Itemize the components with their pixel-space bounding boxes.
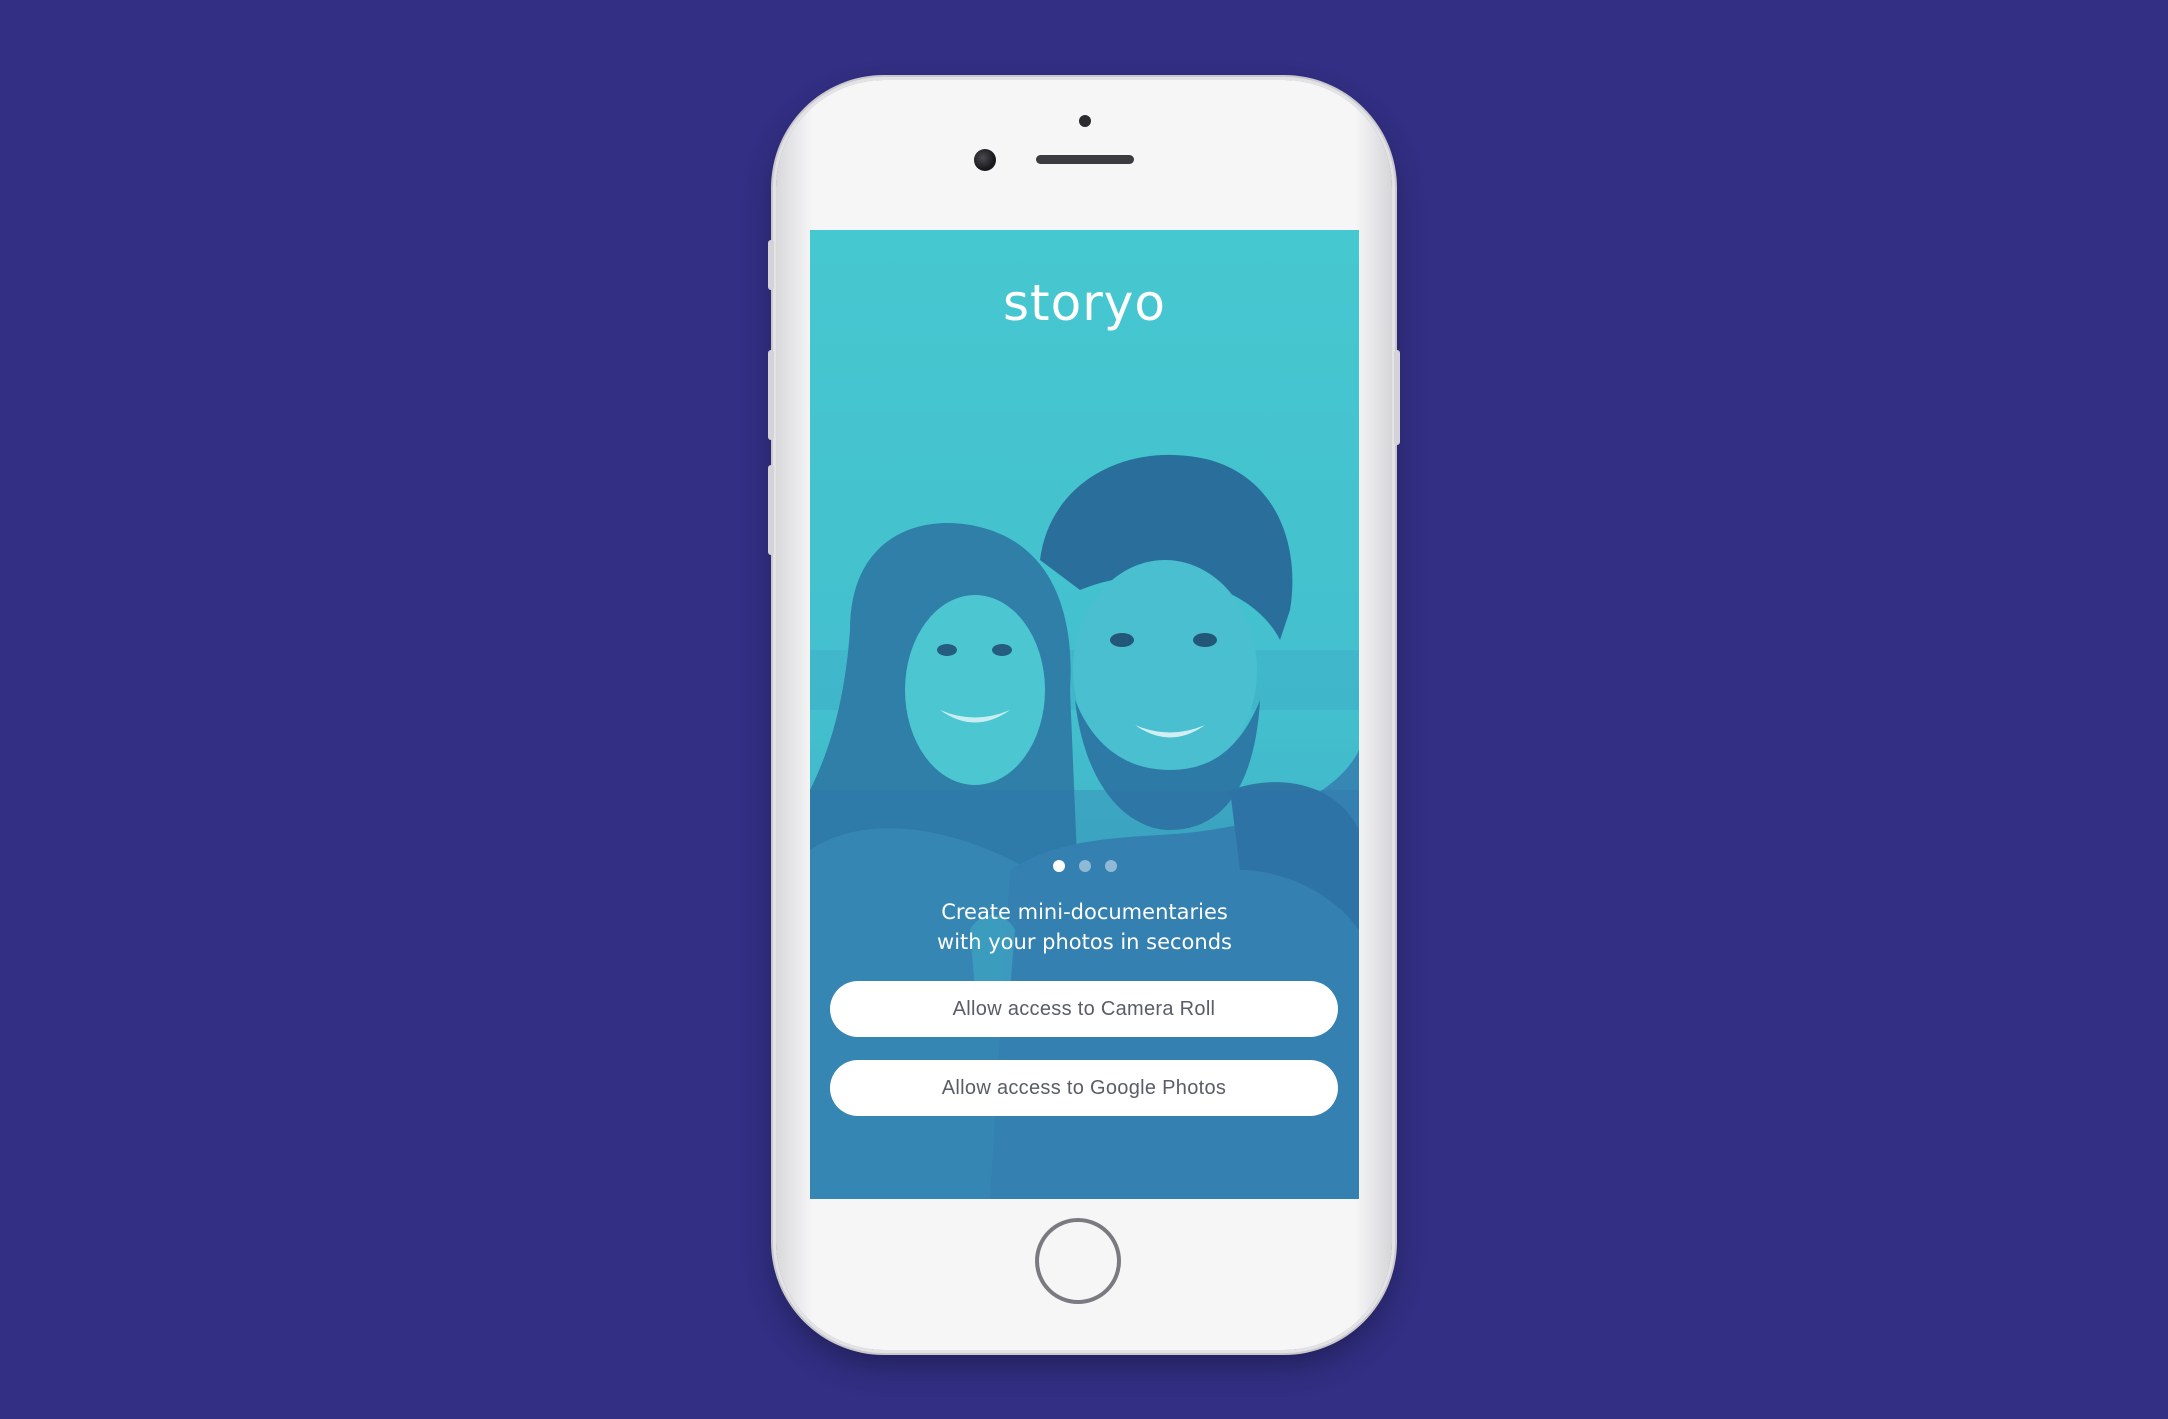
earpiece-speaker — [1036, 155, 1134, 164]
mute-switch — [768, 240, 774, 290]
proximity-sensor — [1079, 115, 1091, 127]
tagline-line-2: with your photos in seconds — [937, 930, 1232, 954]
phone-mockup: storyo Create mini-documentaries with yo… — [768, 80, 1400, 1350]
pager-dot-1[interactable] — [1052, 860, 1065, 872]
home-button[interactable] — [1035, 1218, 1121, 1304]
volume-up-button — [768, 350, 774, 440]
pager-dot-2[interactable] — [1078, 860, 1091, 872]
onboarding-pager[interactable] — [810, 860, 1359, 872]
power-button — [1394, 350, 1400, 445]
onboarding-tagline: Create mini-documentaries with your phot… — [810, 897, 1359, 957]
volume-down-button — [768, 465, 774, 555]
tagline-line-1: Create mini-documentaries — [941, 900, 1228, 924]
app-screen: storyo Create mini-documentaries with yo… — [810, 230, 1359, 1199]
front-camera-icon — [974, 149, 996, 171]
pager-dot-3[interactable] — [1104, 860, 1117, 872]
allow-camera-roll-button[interactable]: Allow access to Camera Roll — [830, 981, 1338, 1037]
allow-google-photos-button[interactable]: Allow access to Google Photos — [830, 1060, 1338, 1116]
storyo-logo: storyo — [1003, 274, 1166, 332]
couple-selfie-photo — [810, 230, 1359, 1199]
